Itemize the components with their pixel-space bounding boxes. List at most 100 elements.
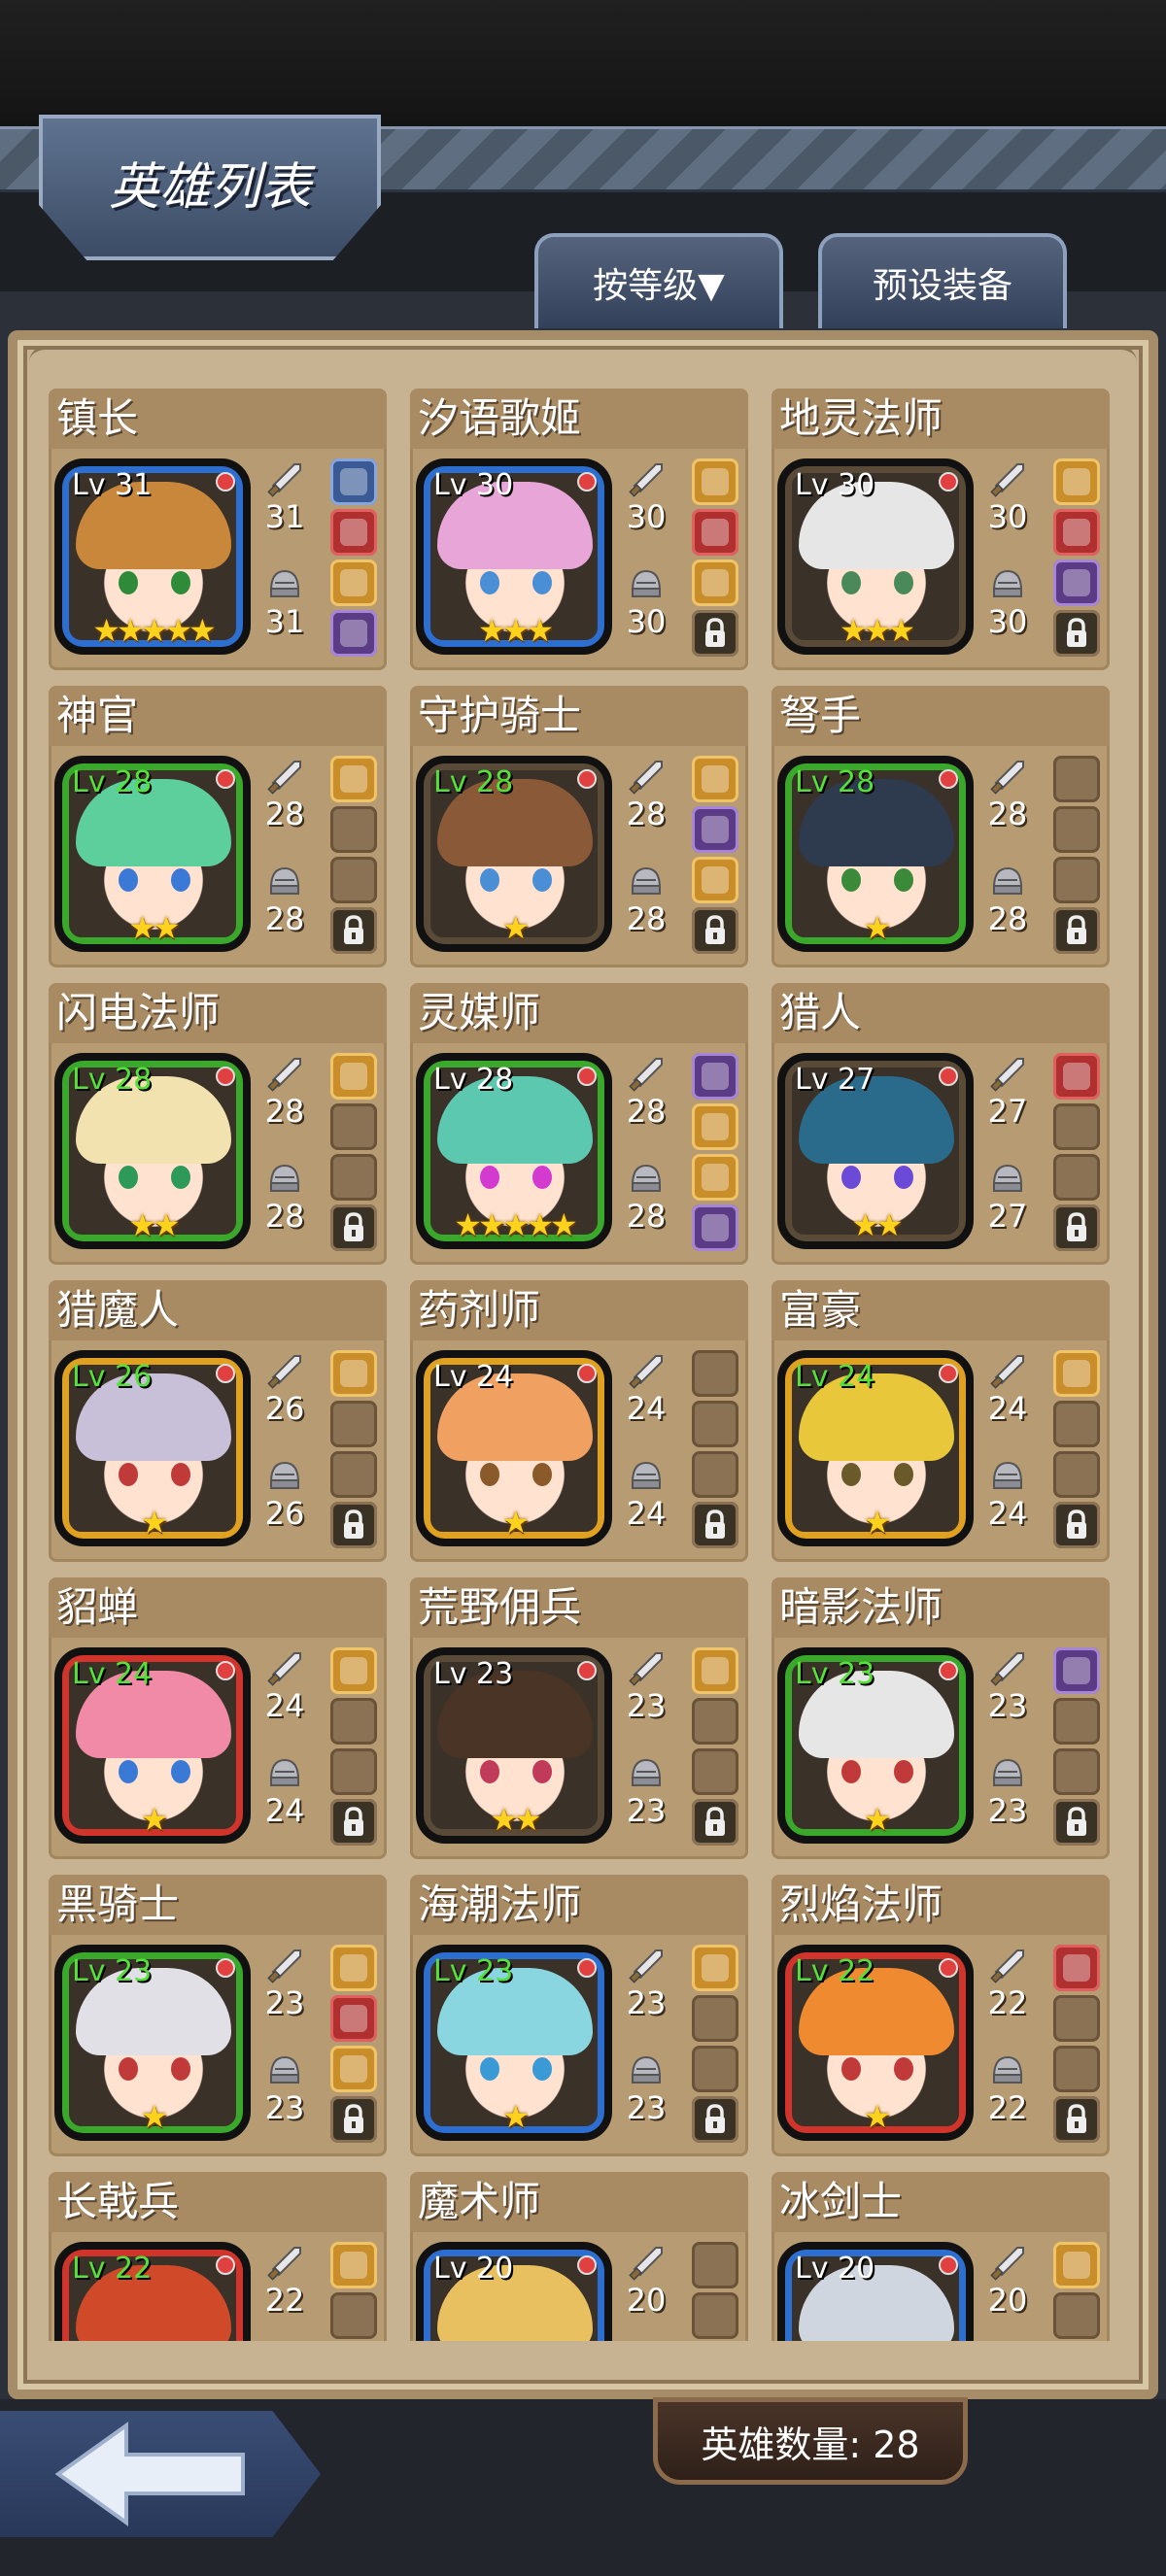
- locked-slot[interactable]: [1053, 1204, 1100, 1251]
- hero-portrait[interactable]: Lv 30 ★★★: [777, 458, 974, 655]
- empty-equipment-slot[interactable]: [330, 1698, 377, 1745]
- hero-card[interactable]: 富豪 Lv 24 ★ 24 24: [772, 1280, 1110, 1562]
- hero-card[interactable]: 猎人 Lv 27 ★★ 27 27: [772, 983, 1110, 1265]
- equipment-slot[interactable]: [692, 559, 738, 606]
- empty-equipment-slot[interactable]: [330, 1451, 377, 1498]
- hero-portrait[interactable]: Lv 22★: [54, 2242, 251, 2341]
- hero-portrait[interactable]: Lv 28 ★★: [54, 756, 251, 952]
- hero-portrait[interactable]: Lv 28 ★★: [54, 1053, 251, 1249]
- empty-equipment-slot[interactable]: [1053, 1748, 1100, 1795]
- equipment-slot[interactable]: [330, 1647, 377, 1694]
- equipment-slot[interactable]: [330, 509, 377, 556]
- locked-slot[interactable]: [1053, 1502, 1100, 1548]
- locked-slot[interactable]: [692, 1502, 738, 1548]
- empty-equipment-slot[interactable]: [1053, 857, 1100, 903]
- hero-card[interactable]: 守护骑士 Lv 28 ★ 28 28: [410, 686, 748, 967]
- empty-equipment-slot[interactable]: [1053, 756, 1100, 802]
- equipment-slot[interactable]: [330, 1945, 377, 1991]
- hero-card[interactable]: 猎魔人 Lv 26 ★ 26 26: [49, 1280, 387, 1562]
- equipment-slot[interactable]: [692, 1103, 738, 1150]
- equipment-slot[interactable]: [330, 1350, 377, 1397]
- empty-equipment-slot[interactable]: [1053, 2292, 1100, 2339]
- empty-equipment-slot[interactable]: [1053, 1103, 1100, 1150]
- hero-card[interactable]: 弩手 Lv 28 ★ 28 28: [772, 686, 1110, 967]
- empty-equipment-slot[interactable]: [692, 2046, 738, 2092]
- hero-portrait[interactable]: Lv 24 ★: [416, 1350, 612, 1546]
- hero-portrait[interactable]: Lv 23 ★★: [416, 1647, 612, 1844]
- equipment-slot[interactable]: [692, 1204, 738, 1251]
- empty-equipment-slot[interactable]: [330, 857, 377, 903]
- hero-card[interactable]: 闪电法师 Lv 28 ★★ 28 28: [49, 983, 387, 1265]
- locked-slot[interactable]: [330, 907, 377, 954]
- hero-card[interactable]: 黑骑士 Lv 23 ★ 23 23: [49, 1875, 387, 2156]
- empty-equipment-slot[interactable]: [692, 1698, 738, 1745]
- locked-slot[interactable]: [692, 907, 738, 954]
- hero-card[interactable]: 镇长 Lv 31 ★★★★★ 31 31: [49, 389, 387, 670]
- hero-portrait[interactable]: Lv 26 ★: [54, 1350, 251, 1546]
- hero-portrait[interactable]: Lv 28 ★: [777, 756, 974, 952]
- hero-portrait[interactable]: Lv 23 ★: [777, 1647, 974, 1844]
- equipment-slot[interactable]: [692, 1945, 738, 1991]
- hero-card[interactable]: 灵媒师 Lv 28 ★★★★★ 28 28: [410, 983, 748, 1265]
- empty-equipment-slot[interactable]: [692, 1401, 738, 1447]
- equipment-slot[interactable]: [1053, 1945, 1100, 1991]
- empty-equipment-slot[interactable]: [1053, 2046, 1100, 2092]
- locked-slot[interactable]: [1053, 2096, 1100, 2143]
- equipment-slot[interactable]: [330, 559, 377, 606]
- equipment-slot[interactable]: [330, 610, 377, 657]
- hero-card[interactable]: 汐语歌姬 Lv 30 ★★★ 30 30: [410, 389, 748, 670]
- hero-portrait[interactable]: Lv 31 ★★★★★: [54, 458, 251, 655]
- locked-slot[interactable]: [692, 2096, 738, 2143]
- empty-equipment-slot[interactable]: [330, 806, 377, 853]
- equipment-slot[interactable]: [330, 2242, 377, 2288]
- hero-card[interactable]: 长戟兵Lv 22★2222: [49, 2172, 387, 2341]
- locked-slot[interactable]: [1053, 907, 1100, 954]
- equipment-slot[interactable]: [692, 857, 738, 903]
- empty-equipment-slot[interactable]: [330, 1154, 377, 1201]
- hero-portrait[interactable]: Lv 24 ★: [54, 1647, 251, 1844]
- equipment-slot[interactable]: [692, 1053, 738, 1100]
- empty-equipment-slot[interactable]: [1053, 1154, 1100, 1201]
- equipment-slot[interactable]: [1053, 509, 1100, 556]
- equipment-slot[interactable]: [1053, 1647, 1100, 1694]
- hero-card[interactable]: 荒野佣兵 Lv 23 ★★ 23 23: [410, 1577, 748, 1859]
- equipment-slot[interactable]: [692, 458, 738, 505]
- hero-portrait[interactable]: Lv 24 ★: [777, 1350, 974, 1546]
- equipment-slot[interactable]: [1053, 1350, 1100, 1397]
- hero-card[interactable]: 暗影法师 Lv 23 ★ 23 23: [772, 1577, 1110, 1859]
- empty-equipment-slot[interactable]: [330, 1103, 377, 1150]
- hero-portrait[interactable]: Lv 22★: [777, 1945, 974, 2141]
- equipment-slot[interactable]: [692, 1154, 738, 1201]
- locked-slot[interactable]: [330, 2096, 377, 2143]
- hero-card[interactable]: 魔术师Lv 20★2020: [410, 2172, 748, 2341]
- hero-portrait[interactable]: Lv 23 ★: [54, 1945, 251, 2141]
- hero-card[interactable]: 貂蝉 Lv 24 ★ 24 24: [49, 1577, 387, 1859]
- hero-portrait[interactable]: Lv 23 ★: [416, 1945, 612, 2141]
- empty-equipment-slot[interactable]: [330, 1748, 377, 1795]
- hero-card[interactable]: 烈焰法师 Lv 22 ★ 22 22: [772, 1875, 1110, 2156]
- hero-grid[interactable]: 镇长 Lv 31 ★★★★★ 31 31 汐语歌姬 Lv 30 ★★★ 30 30 地灵法师 Lv 3…: [49, 389, 1117, 2341]
- equipment-slot[interactable]: [692, 509, 738, 556]
- locked-slot[interactable]: [692, 1799, 738, 1846]
- sort-by-level-button[interactable]: 按等级▼: [534, 233, 783, 328]
- hero-portrait[interactable]: Lv 20★: [416, 2242, 612, 2341]
- empty-equipment-slot[interactable]: [692, 2242, 738, 2288]
- hero-card[interactable]: 神官 Lv 28 ★★ 28 28: [49, 686, 387, 967]
- locked-slot[interactable]: [330, 1204, 377, 1251]
- locked-slot[interactable]: [1053, 1799, 1100, 1846]
- equipment-slot[interactable]: [330, 2046, 377, 2092]
- empty-equipment-slot[interactable]: [692, 1748, 738, 1795]
- equipment-slot[interactable]: [1053, 1053, 1100, 1100]
- hero-card[interactable]: 地灵法师 Lv 30 ★★★ 30 30: [772, 389, 1110, 670]
- equipment-slot[interactable]: [1053, 458, 1100, 505]
- locked-slot[interactable]: [330, 1799, 377, 1846]
- empty-equipment-slot[interactable]: [692, 1350, 738, 1397]
- hero-portrait[interactable]: Lv 28 ★★★★★: [416, 1053, 612, 1249]
- equipment-slot[interactable]: [330, 1053, 377, 1100]
- back-button[interactable]: [0, 2411, 321, 2537]
- locked-slot[interactable]: [692, 610, 738, 657]
- hero-portrait[interactable]: Lv 27 ★★: [777, 1053, 974, 1249]
- equipment-slot[interactable]: [1053, 559, 1100, 606]
- hero-portrait[interactable]: Lv 28 ★: [416, 756, 612, 952]
- empty-equipment-slot[interactable]: [330, 2292, 377, 2339]
